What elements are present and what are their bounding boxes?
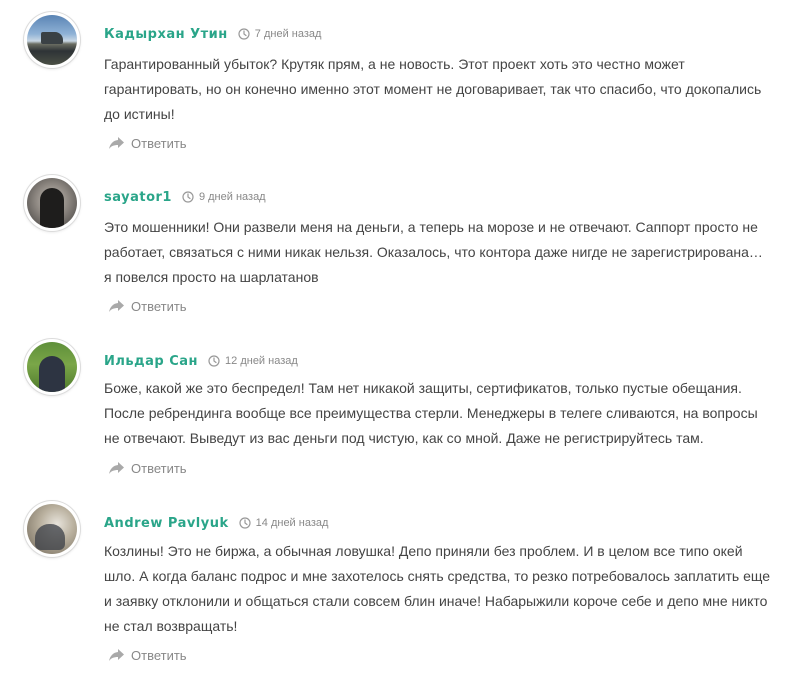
reply-button[interactable]: Ответить <box>108 296 187 316</box>
comment-meta: Andrew Pavlyuk 14 дней назад <box>104 513 328 533</box>
comment-author[interactable]: Andrew Pavlyuk <box>104 516 229 531</box>
reply-label: Ответить <box>131 460 187 476</box>
reply-button[interactable]: Ответить <box>108 458 187 478</box>
avatar[interactable] <box>24 175 80 231</box>
comment-author[interactable]: Кадырхан Утин <box>104 27 228 42</box>
user-avatar-icon <box>27 342 77 392</box>
comment-author[interactable]: Ильдар Сан <box>104 354 198 369</box>
avatar[interactable] <box>24 501 80 557</box>
comment-meta: sayator1 9 дней назад <box>104 187 266 207</box>
clock-icon <box>182 191 194 203</box>
reply-arrow-icon <box>109 649 124 661</box>
clock-icon <box>239 517 251 529</box>
comment-item: Ильдар Сан 12 дней назад Боже, какой же … <box>0 339 811 489</box>
reply-button[interactable]: Ответить <box>108 133 187 153</box>
reply-button[interactable]: Ответить <box>108 645 187 665</box>
comment-text: Козлины! Это не биржа, а обычная ловушка… <box>104 543 771 634</box>
comment-text: Гарантированный убыток? Крутяк прям, а н… <box>104 56 762 122</box>
avatar[interactable] <box>24 12 80 68</box>
user-avatar-icon <box>27 504 77 554</box>
comment-item: Кадырхан Утин 7 дней назад Гарантированн… <box>0 12 811 162</box>
comment-meta: Кадырхан Утин 7 дней назад <box>104 24 321 44</box>
avatar[interactable] <box>24 339 80 395</box>
comment-item: sayator1 9 дней назад Это мошенники! Они… <box>0 175 811 325</box>
comment-meta: Ильдар Сан 12 дней назад <box>104 351 298 371</box>
comment-time-label: 14 дней назад <box>255 517 329 529</box>
comment-time: 9 дней назад <box>182 191 266 203</box>
comment-time-label: 12 дней назад <box>225 355 298 367</box>
clock-icon <box>238 28 250 40</box>
comment-time: 7 дней назад <box>238 28 322 40</box>
comment-time-label: 9 дней назад <box>198 191 266 203</box>
reply-label: Ответить <box>131 647 187 663</box>
comment-author[interactable]: sayator1 <box>104 190 172 205</box>
comment-text: Это мошенники! Они развели меня на деньг… <box>104 219 763 285</box>
comment-time: 12 дней назад <box>208 355 298 367</box>
reply-arrow-icon <box>109 462 124 474</box>
reply-arrow-icon <box>109 300 124 312</box>
comment-time: 14 дней назад <box>239 517 329 529</box>
comment-time-label: 7 дней назад <box>254 28 322 40</box>
user-avatar-icon <box>27 15 77 65</box>
clock-icon <box>208 355 220 367</box>
comment-text: Боже, какой же это беспредел! Там нет ни… <box>104 380 758 446</box>
reply-label: Ответить <box>131 298 187 314</box>
reply-arrow-icon <box>109 137 124 149</box>
user-avatar-icon <box>27 178 77 228</box>
reply-label: Ответить <box>131 135 187 151</box>
comment-item: Andrew Pavlyuk 14 дней назад Козлины! Эт… <box>0 501 811 673</box>
